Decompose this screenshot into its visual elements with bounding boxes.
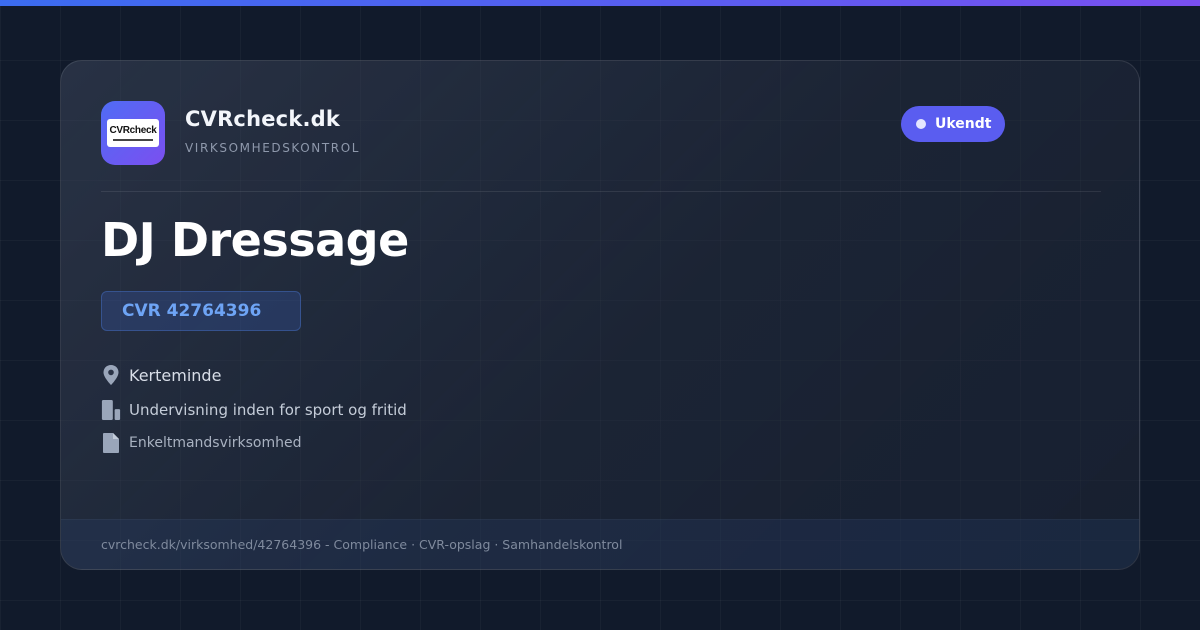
footer-text: cvrcheck.dk/virksomhed/42764396 - Compli… (101, 537, 623, 552)
brand-subtitle: VIRKSOMHEDSKONTROL (185, 141, 361, 155)
top-accent-bar (0, 0, 1200, 6)
company-type-text: Enkeltmandsvirksomhed (129, 435, 302, 451)
company-card: CVRcheck CVRcheck.dk VIRKSOMHEDSKONTROL … (60, 60, 1140, 570)
header-divider (101, 191, 1101, 192)
building-icon (101, 398, 121, 422)
location-row: Kerteminde (101, 363, 221, 387)
logo-underline (113, 138, 153, 141)
status-dot-icon (916, 119, 926, 129)
status-label: Ukendt (935, 116, 992, 132)
company-name: DJ Dressage (101, 213, 409, 267)
logo-plate: CVRcheck (107, 119, 159, 147)
document-icon (101, 431, 121, 455)
industry-text: Undervisning inden for sport og fritid (129, 401, 407, 419)
map-pin-icon (101, 363, 121, 387)
cvr-number: CVR 42764396 (122, 301, 262, 321)
location-text: Kerteminde (129, 365, 222, 385)
status-badge: Ukendt (901, 106, 1005, 142)
company-type-row: Enkeltmandsvirksomhed (101, 431, 302, 455)
brand-name[interactable]: CVRcheck.dk (185, 107, 340, 131)
brand-logo[interactable]: CVRcheck (101, 101, 165, 165)
logo-wordmark: CVRcheck (109, 124, 157, 136)
cvr-badge: CVR 42764396 (101, 291, 301, 331)
footer: cvrcheck.dk/virksomhed/42764396 - Compli… (61, 519, 1139, 569)
industry-row: Undervisning inden for sport og fritid (101, 398, 407, 422)
